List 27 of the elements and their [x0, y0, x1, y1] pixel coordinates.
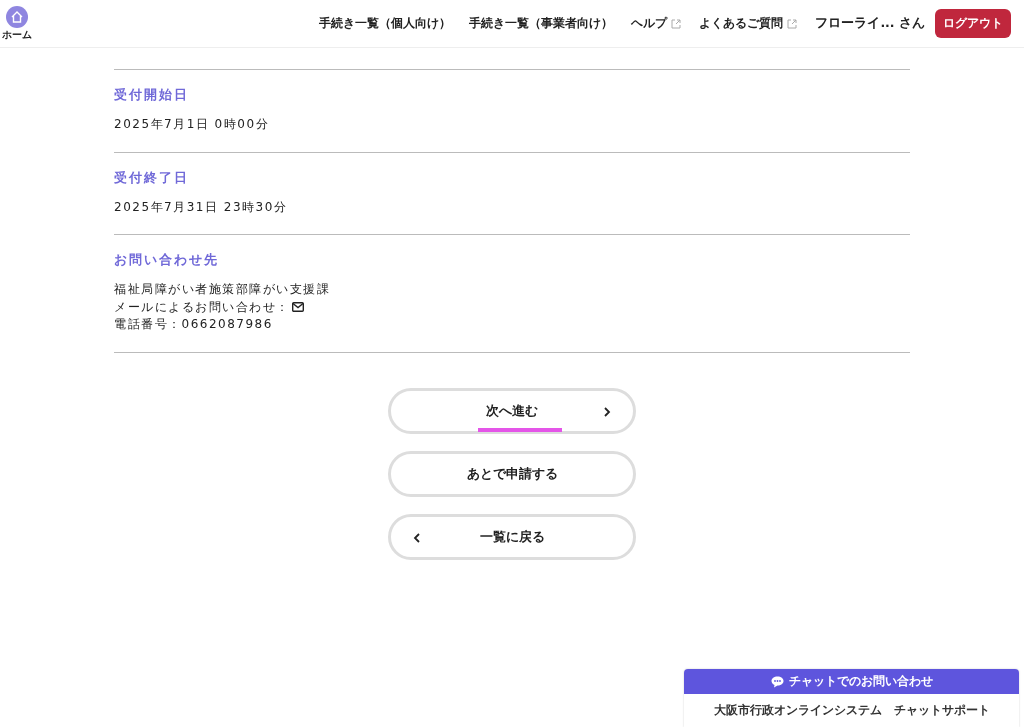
- home-link[interactable]: ホーム: [4, 5, 30, 42]
- detail-text: 福祉局障がい者施策部障がい支援課: [114, 281, 330, 298]
- section-title: 受付終了日: [114, 168, 190, 187]
- back-button[interactable]: 一覧に戻る: [388, 513, 636, 560]
- chat-bubble-icon: [770, 675, 784, 688]
- nav-link[interactable]: 手続き一覧（個人向け）: [318, 15, 451, 32]
- nav-link[interactable]: 手続き一覧（事業者向け）: [468, 15, 613, 32]
- chat-subtitle: 大阪市行政オンラインシステム チャットサポート: [684, 694, 1019, 727]
- chevron-left-icon: [413, 532, 421, 543]
- next-button[interactable]: 次へ進む: [388, 387, 636, 434]
- detail-text: 2025年7月31日 23時30分: [114, 198, 288, 216]
- detail-text: メールによるお問い合わせ：: [114, 298, 290, 316]
- section-title: お問い合わせ先: [114, 251, 220, 269]
- chevron-right-icon: [603, 406, 611, 417]
- mail-icon[interactable]: [291, 302, 304, 313]
- detail-text: 2025年7月1日 0時00分: [114, 116, 270, 133]
- chat-header[interactable]: チャットでのお問い合わせ: [684, 669, 1019, 694]
- user-name: フローライ... さん: [815, 15, 925, 32]
- section-title: 受付開始日: [114, 86, 190, 104]
- nav-link[interactable]: よくあるご質問: [698, 15, 797, 32]
- save-later-button[interactable]: あとで申請する: [388, 450, 636, 497]
- detail-text: 電話番号：0662087986: [114, 316, 273, 333]
- logout-button[interactable]: ログアウト: [935, 9, 1011, 38]
- external-link-icon: [786, 18, 797, 29]
- external-link-icon: [670, 18, 681, 29]
- nav-link[interactable]: ヘルプ: [630, 15, 681, 32]
- home-icon: [6, 5, 28, 28]
